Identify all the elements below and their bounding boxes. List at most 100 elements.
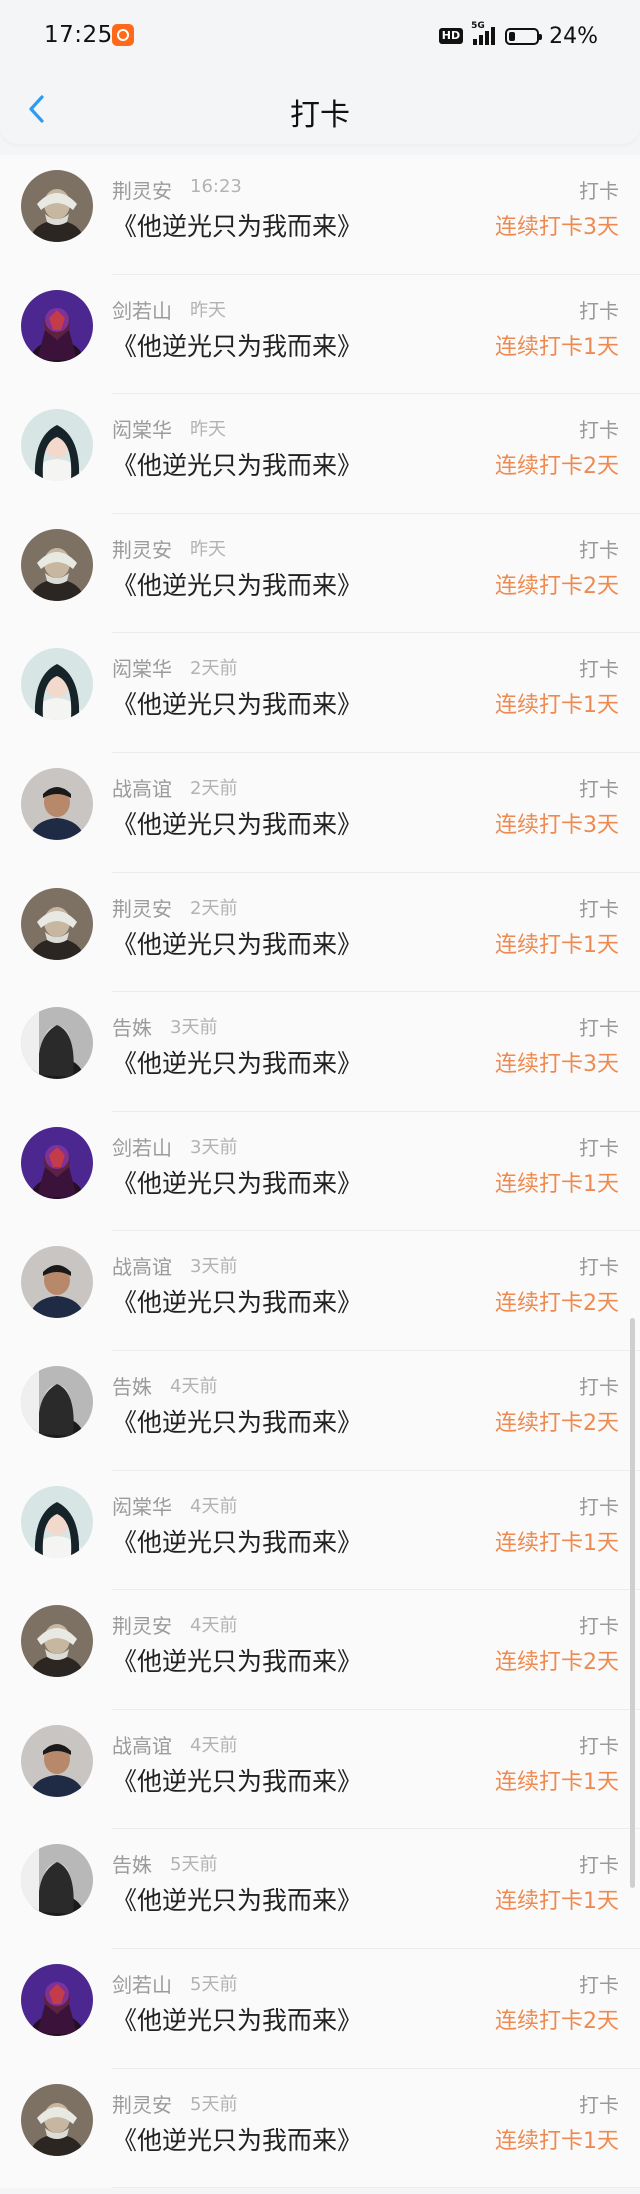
book-title[interactable]: 《他逆光只为我而来》 bbox=[112, 805, 362, 841]
page-header: 打卡 bbox=[0, 74, 640, 144]
avatar[interactable] bbox=[21, 1126, 93, 1199]
user-name[interactable]: 剑若山 bbox=[112, 295, 172, 324]
checkin-row[interactable]: 荆灵安 5天前《他逆光只为我而来》 打卡连续打卡1天 bbox=[0, 2068, 640, 2189]
checkin-time: 5天前 bbox=[190, 2093, 238, 2115]
checkin-time: 5天前 bbox=[170, 1854, 218, 1876]
user-name[interactable]: 告姝 bbox=[112, 1371, 152, 1400]
checkin-row[interactable]: 闳棠华 2天前 《他逆光只为我而来》 打卡 连续打卡1天 bbox=[0, 633, 640, 753]
book-title[interactable]: 《他逆光只为我而来》 bbox=[112, 685, 362, 721]
book-title[interactable]: 《他逆光只为我而来》 bbox=[112, 2121, 362, 2157]
checkin-row[interactable]: 闳棠华 昨天 《他逆光只为我而来》 打卡 连续打卡2天 bbox=[0, 394, 640, 514]
streak-label: 连续打卡1天 bbox=[495, 1530, 619, 1556]
user-name[interactable]: 荆灵安 bbox=[112, 2089, 172, 2118]
user-name[interactable]: 闳棠华 bbox=[112, 414, 172, 443]
checkin-row[interactable]: 荆灵安 4天前 《他逆光只为我而来》 打卡 连续打卡2天 bbox=[0, 1590, 640, 1710]
user-name[interactable]: 闳棠华 bbox=[112, 1491, 172, 1520]
book-title[interactable]: 《他逆光只为我而来》 bbox=[112, 327, 362, 363]
checkin-row[interactable]: 闳棠华 4天前 《他逆光只为我而来》 打卡 连续打卡1天 bbox=[0, 1470, 640, 1591]
avatar[interactable] bbox=[21, 648, 93, 721]
streak-label: 连续打卡3天 bbox=[495, 812, 619, 838]
checkin-time: 2天前 bbox=[190, 777, 238, 799]
avatar[interactable] bbox=[21, 170, 93, 242]
avatar[interactable] bbox=[21, 1605, 93, 1678]
streak-label: 连续打卡2天 bbox=[495, 2008, 619, 2034]
book-title[interactable]: 《他逆光只为我而来》 bbox=[112, 1881, 362, 1917]
checkin-time: 4天前 bbox=[190, 1734, 238, 1756]
user-name[interactable]: 告姝 bbox=[112, 1012, 152, 1041]
checkin-row[interactable]: 告姝 3天前 《他逆光只为我而来》 打卡 连续打卡3天 bbox=[0, 992, 640, 1112]
checkin-action-label: 打卡 bbox=[579, 179, 619, 203]
streak-label: 连续打卡2天 bbox=[495, 1291, 619, 1317]
user-name[interactable]: 荆灵安 bbox=[112, 893, 172, 922]
avatar[interactable] bbox=[21, 1724, 93, 1797]
book-title[interactable]: 《他逆光只为我而来》 bbox=[112, 1164, 362, 1200]
avatar[interactable] bbox=[21, 289, 93, 362]
checkin-time: 4天前 bbox=[190, 1495, 238, 1517]
checkin-row[interactable]: 荆灵安 16:23 《他逆光只为我而来》 打卡 连续打卡3天 bbox=[0, 155, 640, 275]
user-name[interactable]: 战高谊 bbox=[112, 773, 172, 802]
checkin-row[interactable]: 战高谊 3天前 《他逆光只为我而来》 打卡 连续打卡2天 bbox=[0, 1231, 640, 1351]
user-name[interactable]: 剑若山 bbox=[112, 1132, 172, 1161]
checkin-row[interactable]: 剑若山 昨天 《他逆光只为我而来》 打卡 连续打卡1天 bbox=[0, 274, 640, 395]
user-name[interactable]: 告姝 bbox=[112, 1849, 152, 1878]
battery-icon bbox=[505, 27, 543, 45]
streak-label: 连续打卡2天 bbox=[495, 1410, 619, 1436]
book-title[interactable]: 《他逆光只为我而来》 bbox=[112, 925, 362, 961]
checkin-action-label: 打卡 bbox=[579, 657, 619, 682]
checkin-time: 3天前 bbox=[190, 1256, 238, 1278]
book-title[interactable]: 《他逆光只为我而来》 bbox=[112, 1642, 362, 1678]
avatar[interactable] bbox=[21, 1246, 93, 1319]
checkin-row[interactable]: 告姝 5天前 《他逆光只为我而来》 打卡 连续打卡1天 bbox=[0, 1829, 640, 1949]
user-name[interactable]: 荆灵安 bbox=[112, 534, 172, 563]
checkin-list[interactable]: 荆灵安 16:23 《他逆光只为我而来》 打卡 连续打卡3天 剑若山 昨天 《他逆光只为我而来… bbox=[0, 155, 640, 2189]
book-title[interactable]: 《他逆光只为我而来》 bbox=[112, 446, 362, 482]
user-name[interactable]: 荆灵安 bbox=[112, 175, 172, 204]
book-title[interactable]: 《他逆光只为我而来》 bbox=[112, 1283, 362, 1319]
checkin-row[interactable]: 战高谊 2天前《他逆光只为我而来》 打卡连续打卡3天 bbox=[0, 752, 640, 873]
avatar[interactable] bbox=[21, 1365, 93, 1438]
avatar[interactable] bbox=[21, 1485, 93, 1558]
checkin-action-label: 打卡 bbox=[579, 776, 619, 801]
avatar[interactable] bbox=[21, 1844, 93, 1917]
scrollbar[interactable] bbox=[630, 1318, 635, 1888]
status-bar: 17:25 HD 5G 24% bbox=[0, 0, 640, 74]
book-title[interactable]: 《他逆光只为我而来》 bbox=[112, 1762, 362, 1798]
checkin-action-label: 打卡 bbox=[579, 537, 619, 562]
user-name[interactable]: 荆灵安 bbox=[112, 1610, 172, 1639]
checkin-row[interactable]: 荆灵安 昨天 《他逆光只为我而来》 打卡 连续打卡2天 bbox=[0, 513, 640, 634]
checkin-action-label: 打卡 bbox=[579, 1135, 619, 1160]
book-title[interactable]: 《他逆光只为我而来》 bbox=[112, 207, 362, 243]
avatar[interactable] bbox=[21, 767, 93, 840]
book-title[interactable]: 《他逆光只为我而来》 bbox=[112, 566, 362, 602]
user-name[interactable]: 剑若山 bbox=[112, 1969, 172, 1998]
user-name[interactable]: 闳棠华 bbox=[112, 653, 172, 682]
streak-label: 连续打卡3天 bbox=[495, 1052, 619, 1078]
avatar[interactable] bbox=[21, 887, 93, 960]
page-title: 打卡 bbox=[290, 98, 350, 133]
checkin-row[interactable]: 剑若山 3天前 《他逆光只为我而来》 打卡 连续打卡1天 bbox=[0, 1111, 640, 1232]
user-name[interactable]: 战高谊 bbox=[112, 1730, 172, 1759]
book-title[interactable]: 《他逆光只为我而来》 bbox=[112, 2001, 362, 2037]
checkin-time: 4天前 bbox=[170, 1375, 218, 1397]
streak-label: 连续打卡1天 bbox=[495, 1889, 619, 1915]
checkin-action-label: 打卡 bbox=[579, 896, 619, 921]
book-title[interactable]: 《他逆光只为我而来》 bbox=[112, 1044, 362, 1080]
streak-label: 连续打卡1天 bbox=[495, 693, 619, 719]
avatar[interactable] bbox=[21, 1963, 93, 2036]
book-title[interactable]: 《他逆光只为我而来》 bbox=[112, 1403, 362, 1439]
checkin-row[interactable]: 告姝 4天前《他逆光只为我而来》 打卡连续打卡2天 bbox=[0, 1350, 640, 1471]
checkin-time: 16:23 bbox=[190, 176, 242, 197]
avatar[interactable] bbox=[21, 2083, 93, 2156]
streak-label: 连续打卡1天 bbox=[495, 2128, 619, 2154]
checkin-row[interactable]: 剑若山 5天前 《他逆光只为我而来》 打卡 连续打卡2天 bbox=[0, 1948, 640, 2069]
avatar[interactable] bbox=[21, 528, 93, 601]
checkin-action-label: 打卡 bbox=[579, 1374, 619, 1399]
checkin-row[interactable]: 荆灵安 2天前 《他逆光只为我而来》 打卡 连续打卡1天 bbox=[0, 872, 640, 993]
avatar[interactable] bbox=[21, 1007, 93, 1080]
checkin-row[interactable]: 战高谊 4天前 《他逆光只为我而来》 打卡 连续打卡1天 bbox=[0, 1709, 640, 1830]
book-title[interactable]: 《他逆光只为我而来》 bbox=[112, 1523, 362, 1559]
user-name[interactable]: 战高谊 bbox=[112, 1251, 172, 1280]
avatar[interactable] bbox=[21, 409, 93, 482]
checkin-action-label: 打卡 bbox=[579, 2092, 619, 2117]
battery-level bbox=[509, 31, 516, 41]
